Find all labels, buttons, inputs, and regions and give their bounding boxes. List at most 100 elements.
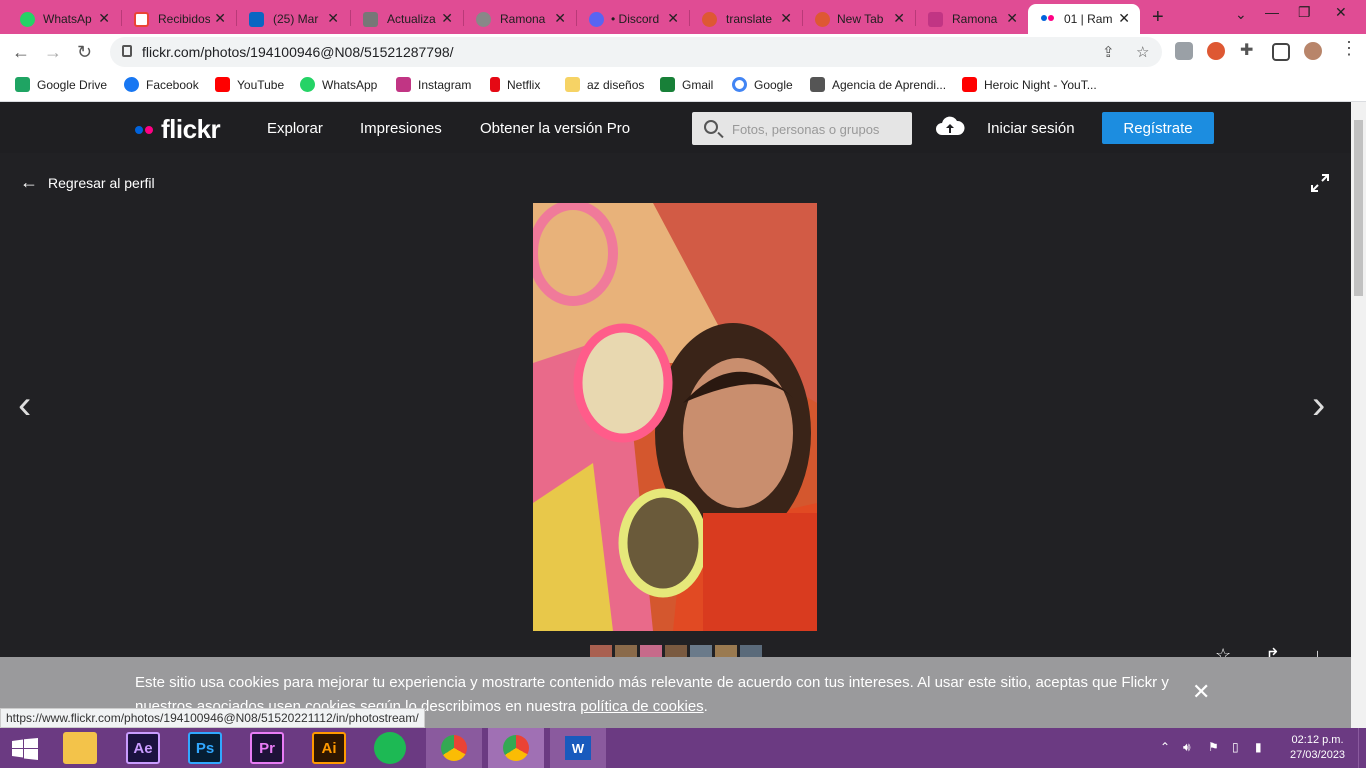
bookmark-star-icon[interactable]: ☆ [1136, 43, 1149, 61]
close-icon[interactable]: ✕ [554, 10, 566, 27]
bookmark-instagram[interactable]: Instagram [396, 77, 471, 92]
nav-explorar[interactable]: Explorar [267, 120, 323, 137]
share-icon[interactable]: ⇪ [1102, 43, 1115, 61]
new-tab-button[interactable]: + [1152, 6, 1164, 29]
thumbnail[interactable] [590, 645, 612, 657]
tray-chevron-icon[interactable]: ⌃ [1160, 740, 1170, 754]
bookmark-google[interactable]: Google [732, 77, 793, 92]
spotify-icon[interactable] [374, 732, 406, 764]
taskbar-clock[interactable]: 02:12 p.m. 27/03/2023 [1290, 733, 1345, 763]
search-input[interactable]: Fotos, personas o grupos [692, 112, 912, 145]
tab-new-tab[interactable]: New Tab ✕ [803, 4, 915, 34]
bookmark-az-disenos[interactable]: az diseños [565, 77, 644, 92]
bookmark-gmail[interactable]: Gmail [660, 77, 713, 92]
bookmark-facebook[interactable]: Facebook [124, 77, 199, 92]
logo-text: flickr [161, 114, 221, 144]
tab-translate[interactable]: translate ✕ [690, 4, 802, 34]
duckduckgo-icon[interactable] [1207, 42, 1225, 60]
tab-gmail[interactable]: Recibidos ✕ [122, 4, 236, 34]
flickr-icon [1041, 15, 1047, 21]
close-icon[interactable]: ✕ [893, 10, 905, 27]
tab-whatsapp[interactable]: WhatsAp ✕ [0, 4, 120, 34]
bookmark-agencia[interactable]: Agencia de Aprendi... [810, 77, 946, 92]
tab-title: 01 | Ram [1064, 12, 1112, 26]
back-to-profile-link[interactable]: ← Regresar al perfil [20, 172, 155, 193]
whatsapp-icon [20, 12, 35, 27]
bookmark-google-drive[interactable]: Google Drive [15, 77, 107, 92]
nav-impresiones[interactable]: Impresiones [360, 120, 442, 137]
network-icon[interactable]: ▮ [1255, 740, 1262, 754]
previous-photo-arrow[interactable]: ‹ [18, 383, 31, 428]
tab-discord[interactable]: • Discord ✕ [577, 4, 689, 34]
close-icon[interactable]: ✕ [98, 10, 110, 27]
illustrator-icon[interactable]: Ai [312, 732, 346, 764]
bookmark-netflix[interactable]: Netflix [490, 77, 540, 92]
close-icon[interactable]: ✕ [327, 10, 339, 27]
thumbnail[interactable] [615, 645, 637, 657]
extension-icon[interactable] [1175, 42, 1193, 60]
next-photo-arrow[interactable]: › [1312, 383, 1325, 428]
tab-actualiza[interactable]: Actualiza ✕ [351, 4, 463, 34]
thumbnail[interactable] [665, 645, 687, 657]
flag-icon[interactable]: ⚑ [1208, 740, 1219, 754]
tab-instagram[interactable]: Ramona ✕ [916, 4, 1028, 34]
thumbnail[interactable] [640, 645, 662, 657]
thumbnail[interactable] [715, 645, 737, 657]
page-scrollbar[interactable] [1351, 102, 1366, 728]
word-taskbar-button[interactable]: W [550, 728, 606, 768]
close-icon[interactable]: ✕ [214, 10, 226, 27]
windows-start-icon[interactable] [12, 738, 38, 760]
close-icon[interactable]: ✕ [667, 10, 679, 27]
tab-flickr-active[interactable]: 01 | Ram ✕ [1028, 4, 1140, 34]
upload-cloud-icon[interactable] [935, 116, 965, 136]
nav-pro[interactable]: Obtener la versión Pro [480, 120, 630, 137]
signin-link[interactable]: Iniciar sesión [987, 120, 1075, 137]
tab-linkedin[interactable]: (25) Mar ✕ [237, 4, 349, 34]
battery-icon[interactable]: ▯ [1232, 740, 1239, 754]
instagram-icon [396, 77, 411, 92]
close-window-button[interactable]: ✕ [1335, 4, 1347, 21]
close-icon[interactable]: ✕ [1192, 679, 1210, 705]
url-text[interactable]: flickr.com/photos/194100946@N08/51521287… [142, 44, 454, 60]
restore-button[interactable]: ❐ [1298, 4, 1311, 21]
word-icon: W [565, 736, 591, 760]
google-drive-icon [15, 77, 30, 92]
clock-time: 02:12 p.m. [1291, 734, 1344, 746]
flickr-logo[interactable]: flickr [135, 114, 221, 145]
photostream-thumbnails [590, 645, 762, 657]
close-icon[interactable]: ✕ [1118, 10, 1130, 27]
volume-icon[interactable]: 🔊︎ [1183, 740, 1191, 755]
puzzle-icon[interactable]: ✚ [1240, 40, 1253, 60]
scrollbar-thumb[interactable] [1354, 120, 1363, 296]
bookmark-whatsapp[interactable]: WhatsApp [300, 77, 377, 92]
avatar[interactable] [1304, 42, 1322, 60]
bookmark-heroic-night[interactable]: Heroic Night - YouT... [962, 77, 1097, 92]
chevron-down-icon[interactable]: ⌄ [1235, 6, 1247, 23]
facebook-icon [124, 77, 139, 92]
thumbnail[interactable] [740, 645, 762, 657]
close-icon[interactable]: ✕ [780, 10, 792, 27]
signup-button[interactable]: Regístrate [1102, 112, 1214, 144]
expand-icon[interactable] [1310, 173, 1330, 193]
main-photo[interactable] [533, 203, 817, 631]
sidebar-icon[interactable] [1272, 43, 1290, 61]
photoshop-icon[interactable]: Ps [188, 732, 222, 764]
close-icon[interactable]: ✕ [1006, 10, 1018, 27]
menu-icon[interactable]: ⋮ [1340, 38, 1358, 59]
forward-icon[interactable]: → [44, 42, 62, 63]
reload-icon[interactable]: ↻ [77, 42, 92, 63]
thumbnail[interactable] [690, 645, 712, 657]
close-icon[interactable]: ✕ [441, 10, 453, 27]
tab-ramona[interactable]: Ramona ✕ [464, 4, 576, 34]
after-effects-icon[interactable]: Ae [126, 732, 160, 764]
file-explorer-icon[interactable] [63, 732, 97, 764]
show-desktop-button[interactable] [1358, 728, 1366, 768]
premiere-icon[interactable]: Pr [250, 732, 284, 764]
chrome-taskbar-button-active[interactable] [488, 728, 544, 768]
bookmark-youtube[interactable]: YouTube [215, 77, 284, 92]
address-bar[interactable]: flickr.com/photos/194100946@N08/51521287… [110, 37, 1162, 67]
cookie-policy-link[interactable]: política de cookies [580, 698, 703, 715]
back-icon[interactable]: ← [12, 42, 30, 63]
chrome-taskbar-button[interactable] [426, 728, 482, 768]
minimize-button[interactable]: — [1265, 4, 1279, 20]
